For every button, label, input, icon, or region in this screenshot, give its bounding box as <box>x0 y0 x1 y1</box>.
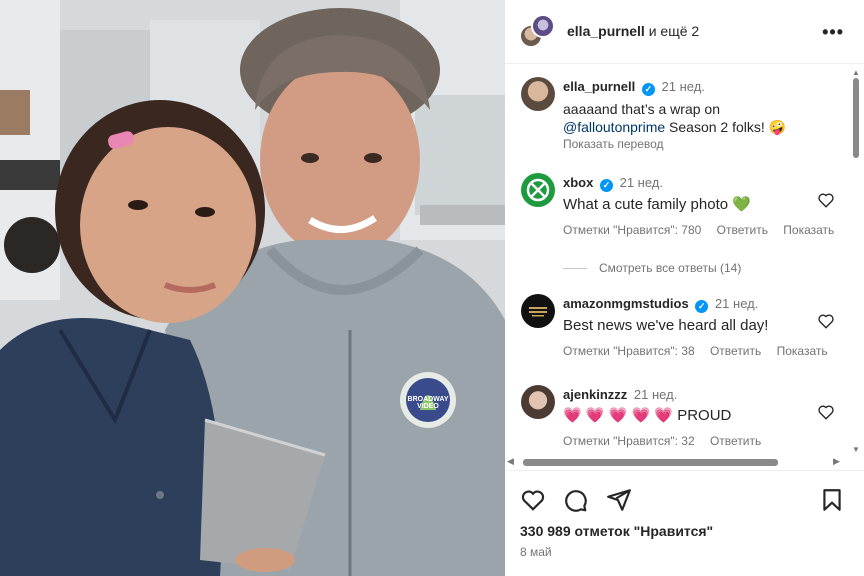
bookmark-icon[interactable] <box>819 487 845 513</box>
xbox-logo-icon <box>526 178 550 202</box>
post-likes-count[interactable]: 330 989 отметок "Нравится" <box>520 523 713 539</box>
vertical-scrollbar[interactable]: ▲ ▼ <box>850 68 862 454</box>
comment-likes-count[interactable]: Отметки "Нравится": 32 <box>563 434 695 448</box>
verified-badge-icon: ✓ <box>695 300 709 313</box>
like-comment-heart-icon[interactable] <box>817 312 835 330</box>
comment-text: aaaaand that’s a wrap on @falloutonprime… <box>563 100 849 136</box>
photo-illustration <box>0 0 505 576</box>
comment-time[interactable]: 21 нед. <box>634 387 677 402</box>
post-author: ella_purnell и ещё 2 <box>567 23 699 39</box>
photo-logo-text: BROADWAY VIDEO <box>407 396 449 410</box>
scroll-up-arrow-icon[interactable]: ▲ <box>852 68 860 77</box>
post-header: ella_purnell и ещё 2 ••• <box>505 0 864 64</box>
comment-actions: Отметки "Нравится": 780 Ответить Показат… <box>563 223 849 237</box>
amazon-mgm-logo-icon <box>529 307 547 317</box>
comment-username[interactable]: ajenkinzzz <box>563 387 627 402</box>
show-translation-link[interactable]: Показать перевод <box>563 137 849 151</box>
comment-time[interactable]: 21 нед. <box>715 296 758 311</box>
share-icon[interactable] <box>606 487 632 513</box>
collab-avatars[interactable] <box>519 14 555 50</box>
more-options-icon[interactable]: ••• <box>822 22 844 43</box>
comment-text: 💗 💗 💗 💗 💗 PROUD <box>563 407 732 424</box>
comment-text: Best news we've heard all day! <box>563 317 769 334</box>
comment-time[interactable]: 21 нед. <box>662 79 705 94</box>
author-suffix[interactable]: и ещё 2 <box>649 23 699 39</box>
comment-actions: Отметки "Нравится": 32 Ответить <box>563 434 849 448</box>
verified-badge-icon: ✓ <box>599 179 613 192</box>
post-footer: 330 989 отметок "Нравится" 8 май <box>505 470 864 576</box>
verified-badge-icon: ✓ <box>641 83 655 96</box>
post-detail-panel: ella_purnell и ещё 2 ••• ella_purnell ✓ … <box>505 0 864 576</box>
like-comment-heart-icon[interactable] <box>817 403 835 421</box>
avatar[interactable] <box>521 173 555 207</box>
scrollbar-thumb[interactable] <box>523 459 778 466</box>
avatar[interactable] <box>521 385 555 419</box>
post-date[interactable]: 8 май <box>520 545 552 559</box>
reply-button[interactable]: Ответить <box>710 344 761 358</box>
scrollbar-thumb[interactable] <box>853 78 859 158</box>
reply-button[interactable]: Ответить <box>710 434 761 448</box>
post-photo[interactable]: BROADWAY VIDEO <box>0 0 505 576</box>
scroll-left-arrow-icon[interactable]: ◀ <box>507 456 514 467</box>
comment-username[interactable]: amazonmgmstudios <box>563 296 689 311</box>
comment-username[interactable]: xbox <box>563 175 593 190</box>
view-replies-link[interactable]: Смотреть все ответы (14) <box>563 261 741 275</box>
comment-text: What a cute family photo 💚 <box>563 196 751 213</box>
reply-button[interactable]: Ответить <box>717 223 768 237</box>
comment-username[interactable]: ella_purnell <box>563 79 635 94</box>
scroll-right-arrow-icon[interactable]: ▶ <box>833 456 840 467</box>
caption-text: aaaaand that’s a wrap on <box>563 101 720 117</box>
comment-actions: Отметки "Нравится": 38 Ответить Показать <box>563 344 849 358</box>
mention-link[interactable]: @falloutonprime <box>563 119 665 135</box>
scroll-down-arrow-icon[interactable]: ▼ <box>852 445 860 454</box>
comment-likes-count[interactable]: Отметки "Нравится": 780 <box>563 223 701 237</box>
comment-icon[interactable] <box>562 487 588 513</box>
comment-likes-count[interactable]: Отметки "Нравится": 38 <box>563 344 695 358</box>
caption-text-end: Season 2 folks! 🤪 <box>665 119 787 135</box>
comments-list[interactable]: ella_purnell ✓ 21 нед. aaaaand that’s a … <box>505 65 850 457</box>
avatar[interactable] <box>521 294 555 328</box>
avatar[interactable] <box>521 77 555 111</box>
avatar[interactable] <box>531 14 555 38</box>
heart-icon[interactable] <box>520 487 546 513</box>
like-comment-heart-icon[interactable] <box>817 191 835 209</box>
author-username[interactable]: ella_purnell <box>567 23 645 39</box>
comment-time[interactable]: 21 нед. <box>620 175 663 190</box>
horizontal-scrollbar[interactable]: ◀ ▶ <box>505 455 850 469</box>
show-translation-link[interactable]: Показать <box>783 223 834 237</box>
show-translation-link[interactable]: Показать <box>777 344 828 358</box>
